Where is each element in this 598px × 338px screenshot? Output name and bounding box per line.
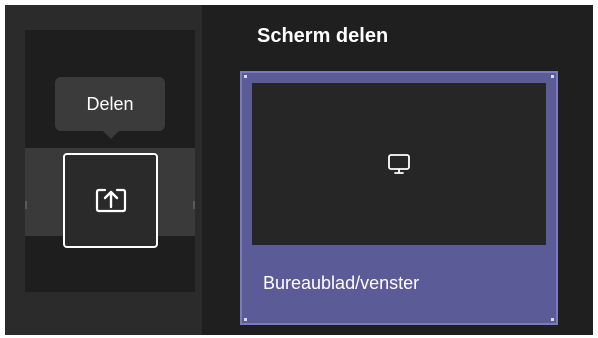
share-screen-panel: Scherm delen Bureaublad/venster bbox=[202, 5, 593, 335]
tooltip-arrow bbox=[103, 131, 119, 139]
share-tooltip-text: Delen bbox=[86, 93, 134, 114]
card-corner-dot bbox=[244, 318, 247, 321]
share-button[interactable] bbox=[63, 153, 158, 248]
share-option-preview bbox=[252, 83, 546, 245]
toolbar-edge-marker-left bbox=[25, 201, 27, 209]
card-corner-dot bbox=[551, 318, 554, 321]
card-corner-dot bbox=[244, 75, 247, 78]
toolbar-edge-marker-right bbox=[193, 201, 195, 209]
share-panel-title: Scherm delen bbox=[257, 25, 389, 47]
share-option-label: Bureaublad/venster bbox=[263, 273, 420, 293]
share-option-desktop-window[interactable]: Bureaublad/venster bbox=[240, 71, 558, 325]
monitor-icon bbox=[388, 154, 410, 174]
share-tooltip: Delen bbox=[55, 77, 165, 131]
card-corner-dot bbox=[551, 75, 554, 78]
meeting-controls-panel: Delen bbox=[5, 5, 202, 335]
share-screen-icon bbox=[95, 188, 126, 212]
teams-window: Delen Scherm delen Bureaublad/venster bbox=[5, 5, 593, 335]
